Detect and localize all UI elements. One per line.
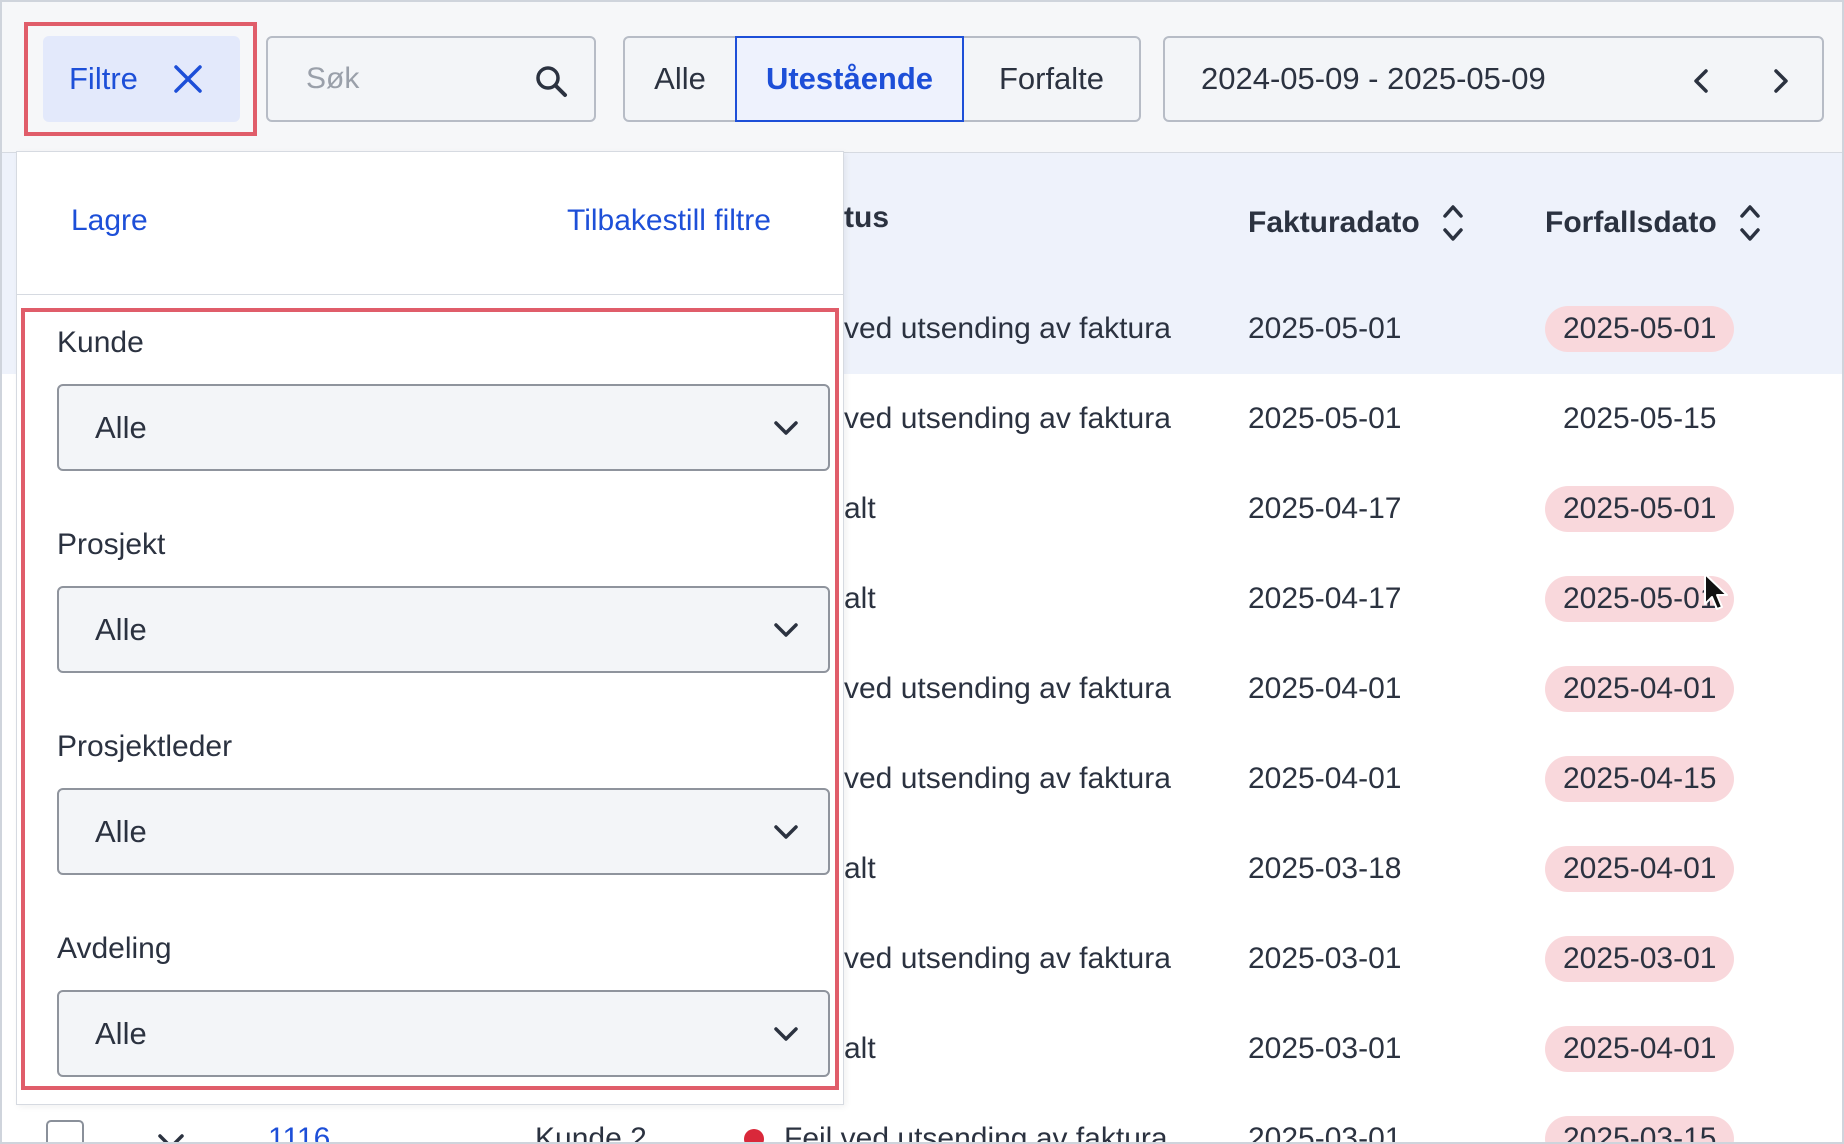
- status-cell: alt: [844, 582, 876, 615]
- invoice-date-cell: 2025-03-01: [1248, 1122, 1402, 1144]
- status-cell: ved utsending av faktura: [844, 402, 1171, 435]
- due-date-badge: 2025-05-01: [1545, 486, 1735, 532]
- filter-button-label: Filtre: [69, 61, 138, 96]
- segment-forfalte[interactable]: Forfalte: [964, 38, 1139, 120]
- mouse-cursor-icon: [1704, 573, 1728, 610]
- due-date-badge: 2025-04-01: [1545, 1026, 1735, 1072]
- status-cell: alt: [844, 852, 876, 885]
- column-header-forfallsdato[interactable]: Forfallsdato: [1545, 201, 1763, 245]
- invoice-date-cell: 2025-04-17: [1248, 492, 1402, 525]
- prosjektleder-select[interactable]: Alle: [57, 788, 830, 875]
- avdeling-select[interactable]: Alle: [57, 990, 830, 1077]
- due-date-badge: 2025-04-01: [1545, 846, 1735, 892]
- field-label-avdeling: Avdeling: [57, 932, 172, 965]
- field-label-kunde: Kunde: [57, 326, 144, 359]
- due-date-badge: 2025-05-01: [1545, 306, 1735, 352]
- prosjekt-select[interactable]: Alle: [57, 586, 830, 673]
- invoice-date-cell: 2025-03-01: [1248, 1032, 1402, 1065]
- chevron-right-icon[interactable]: [1762, 63, 1798, 99]
- date-range-picker[interactable]: 2024-05-09 - 2025-05-09: [1163, 36, 1824, 122]
- row-checkbox[interactable]: [46, 1120, 84, 1142]
- error-status-dot: [744, 1129, 764, 1142]
- chevron-down-icon: [774, 1027, 798, 1041]
- invoice-date-cell: 2025-04-01: [1248, 762, 1402, 795]
- status-segmented-control: Alle Utestående Forfalte: [623, 36, 1141, 122]
- chevron-down-icon: [774, 825, 798, 839]
- invoice-date-cell: 2025-04-01: [1248, 672, 1402, 705]
- due-date-badge: 2025-04-15: [1545, 756, 1735, 802]
- status-cell: ved utsending av faktura: [844, 672, 1171, 705]
- chevron-down-icon: [774, 421, 798, 435]
- chevron-down-icon: [774, 623, 798, 637]
- invoice-date-cell: 2025-05-01: [1248, 312, 1402, 345]
- chevron-left-icon[interactable]: [1684, 63, 1720, 99]
- column-header-status[interactable]: tus: [844, 201, 889, 235]
- date-range-text: 2024-05-09 - 2025-05-09: [1201, 61, 1546, 96]
- invoice-app: Filtre Alle Utestående Forfalte 2024-05-…: [0, 0, 1844, 1144]
- sort-icon[interactable]: [1440, 201, 1466, 245]
- kunde-select[interactable]: Alle: [57, 384, 830, 471]
- toolbar: Filtre Alle Utestående Forfalte 2024-05-…: [2, 2, 1842, 153]
- field-label-prosjektleder: Prosjektleder: [57, 730, 233, 763]
- filter-panel-header: Lagre Tilbakestill filtre: [17, 152, 843, 295]
- due-date-badge: 2025-03-15: [1545, 1116, 1735, 1142]
- invoice-date-cell: 2025-03-18: [1248, 852, 1402, 885]
- sort-icon[interactable]: [1737, 201, 1763, 245]
- search-input[interactable]: [304, 61, 528, 97]
- search-icon[interactable]: [534, 64, 568, 98]
- save-filters-button[interactable]: Lagre: [71, 204, 148, 238]
- status-cell: ved utsending av faktura: [844, 762, 1171, 795]
- filter-toggle-button[interactable]: Filtre: [43, 36, 240, 122]
- segment-alle[interactable]: Alle: [625, 38, 735, 120]
- search-box: [266, 36, 596, 122]
- invoice-date-cell: 2025-05-01: [1248, 402, 1402, 435]
- status-cell: ved utsending av faktura: [844, 312, 1171, 345]
- due-date-badge: 2025-04-01: [1545, 666, 1735, 712]
- filter-panel: Lagre Tilbakestill filtre Kunde Alle Pro…: [16, 151, 844, 1105]
- status-cell: alt: [844, 492, 876, 525]
- segment-utestaende[interactable]: Utestående: [735, 36, 964, 122]
- invoice-date-cell: 2025-03-01: [1248, 942, 1402, 975]
- invoice-date-cell: 2025-04-17: [1248, 582, 1402, 615]
- column-header-fakturadato[interactable]: Fakturadato: [1248, 201, 1466, 245]
- close-icon[interactable]: [170, 61, 206, 97]
- chevron-down-icon[interactable]: [154, 1124, 188, 1144]
- field-label-prosjekt: Prosjekt: [57, 528, 166, 561]
- due-date-badge: 2025-03-01: [1545, 936, 1735, 982]
- due-date-text: 2025-05-15: [1563, 402, 1717, 435]
- status-cell: alt: [844, 1032, 876, 1065]
- status-cell: ved utsending av faktura: [844, 942, 1171, 975]
- reset-filters-button[interactable]: Tilbakestill filtre: [567, 204, 771, 238]
